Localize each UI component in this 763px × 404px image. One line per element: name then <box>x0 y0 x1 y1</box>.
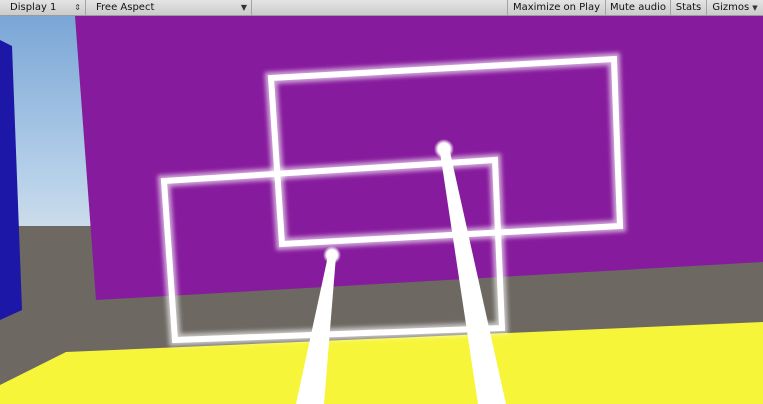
right-pointer-dot <box>434 139 454 159</box>
display-select-label: Display 1 <box>10 2 57 13</box>
aspect-select[interactable]: Free Aspect ▼ <box>86 0 252 15</box>
dropdown-arrow-icon: ▼ <box>240 3 247 12</box>
game-viewport[interactable] <box>0 16 763 404</box>
left-pointer-dot <box>323 246 341 264</box>
scene-render <box>0 16 763 404</box>
stats-label: Stats <box>675 2 702 13</box>
dropdown-arrow-icon: ▼ <box>752 4 758 12</box>
display-select[interactable]: Display 1 ⇕ <box>0 0 86 15</box>
mute-audio-label: Mute audio <box>610 2 666 13</box>
purple-wall <box>75 16 763 300</box>
mute-audio-toggle[interactable]: Mute audio <box>605 0 670 15</box>
maximize-on-play-toggle[interactable]: Maximize on Play <box>507 0 605 15</box>
maximize-on-play-label: Maximize on Play <box>512 2 601 13</box>
game-view-toolbar: Display 1 ⇕ Free Aspect ▼ Maximize on Pl… <box>0 0 763 16</box>
gizmos-label: Gizmos <box>712 2 750 13</box>
aspect-select-label: Free Aspect <box>96 2 155 13</box>
gizmos-dropdown[interactable]: Gizmos ▼ <box>706 0 763 15</box>
stats-toggle[interactable]: Stats <box>670 0 706 15</box>
updown-arrow-icon: ⇕ <box>74 3 81 12</box>
